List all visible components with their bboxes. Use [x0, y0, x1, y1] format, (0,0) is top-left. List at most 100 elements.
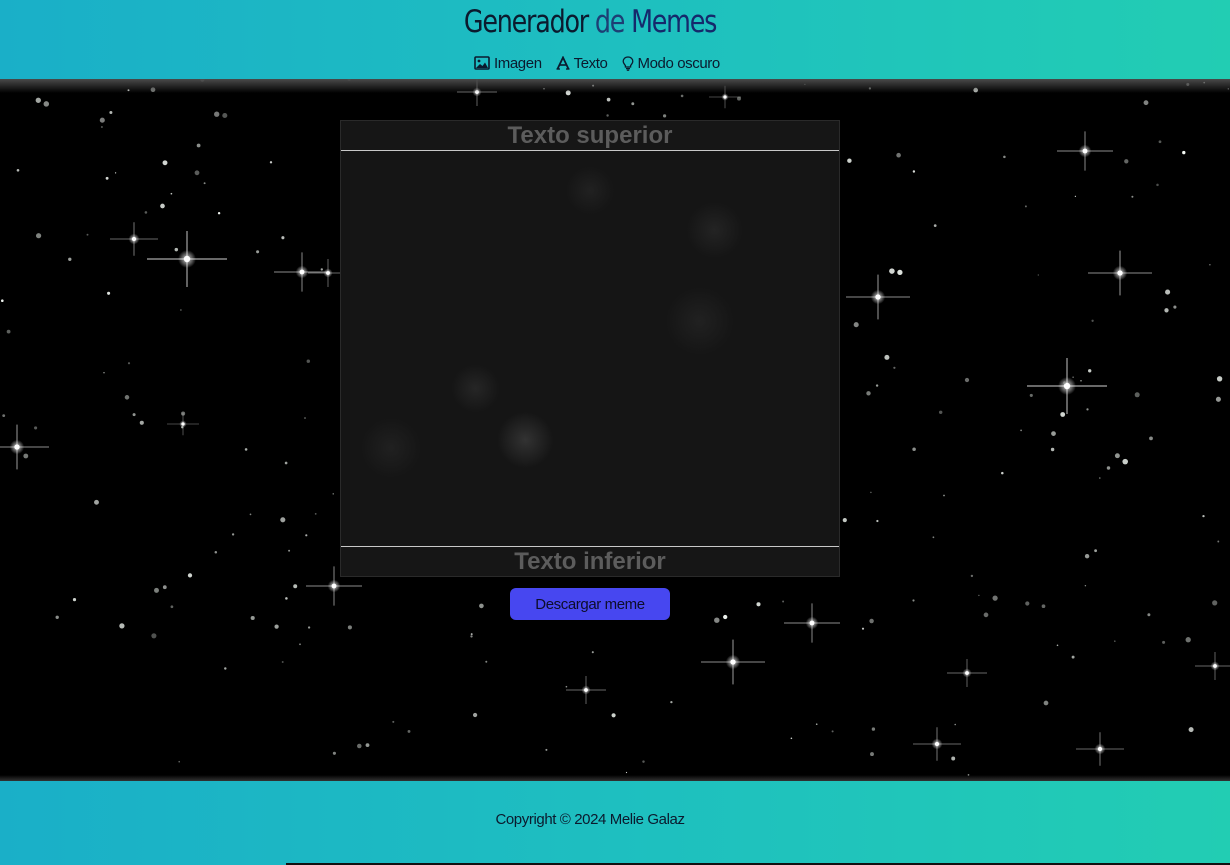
star — [896, 152, 901, 158]
star — [293, 584, 298, 589]
lightbulb-icon — [622, 55, 633, 71]
star — [1088, 369, 1092, 373]
main-area: Texto superior Texto inferior Descargar … — [0, 79, 1230, 781]
star — [756, 602, 761, 607]
star — [1216, 376, 1223, 382]
star — [1147, 613, 1151, 617]
star — [1056, 644, 1059, 647]
header: Generador de Memes Imagen Texto Modo osc… — [0, 0, 1230, 79]
star — [978, 594, 980, 597]
star — [869, 618, 874, 624]
star — [932, 536, 935, 539]
star — [853, 322, 859, 328]
star — [1041, 604, 1046, 609]
star — [782, 600, 785, 603]
star — [1074, 195, 1077, 197]
star — [151, 633, 157, 639]
star — [154, 587, 159, 593]
main-nav: Imagen Texto Modo oscuro — [474, 52, 734, 74]
star — [714, 617, 720, 623]
bright-star — [0, 424, 49, 470]
star — [1001, 471, 1004, 475]
nav-item-texto[interactable]: Texto — [556, 55, 608, 72]
star — [1080, 380, 1082, 382]
star — [250, 615, 255, 621]
star — [307, 626, 311, 629]
title-memes: Memes — [631, 4, 717, 40]
star — [1094, 549, 1097, 553]
star — [170, 605, 174, 609]
star — [470, 633, 473, 636]
star — [606, 114, 609, 117]
star — [100, 125, 103, 129]
star — [288, 549, 291, 552]
star — [1215, 396, 1221, 402]
star — [6, 329, 11, 334]
meme-image — [341, 151, 839, 547]
star — [1182, 150, 1186, 155]
star — [194, 170, 200, 176]
star — [680, 94, 684, 98]
star — [144, 211, 148, 214]
star — [1029, 393, 1033, 397]
star — [970, 574, 974, 578]
star — [1, 299, 4, 302]
star — [545, 748, 548, 751]
star — [274, 624, 279, 629]
star — [139, 420, 144, 425]
star — [631, 102, 635, 106]
star — [964, 377, 970, 383]
bright-star — [1076, 732, 1124, 766]
nav-label-imagen: Imagen — [494, 54, 542, 72]
nav-item-modo-oscuro[interactable]: Modo oscuro — [622, 55, 720, 72]
footer: Copyright © 2024 Melie Galaz — [0, 781, 1230, 865]
star — [127, 362, 131, 365]
nav-label-texto: Texto — [573, 54, 608, 72]
star — [1106, 466, 1111, 470]
star — [1188, 727, 1194, 733]
star — [871, 727, 876, 731]
star — [320, 268, 323, 271]
star — [470, 635, 473, 638]
download-meme-button[interactable]: Descargar meme — [510, 588, 670, 620]
meme-bottom-text: Texto inferior — [341, 546, 839, 576]
star — [1164, 308, 1169, 313]
star — [162, 160, 168, 166]
nav-item-imagen[interactable]: Imagen — [474, 55, 542, 72]
star — [365, 743, 370, 748]
star — [1063, 381, 1067, 385]
star — [214, 111, 220, 117]
bright-star — [274, 252, 330, 292]
star — [1050, 447, 1055, 452]
star — [1114, 640, 1116, 642]
star — [107, 291, 111, 295]
bright-star — [1195, 652, 1230, 680]
star — [591, 651, 594, 654]
star — [938, 410, 943, 415]
star — [174, 247, 179, 252]
star — [214, 550, 218, 554]
star — [1131, 195, 1134, 198]
star — [1051, 431, 1056, 436]
star — [222, 112, 228, 119]
star — [109, 110, 113, 115]
star — [1162, 640, 1166, 644]
star — [16, 168, 20, 172]
star — [299, 643, 301, 646]
star — [332, 493, 334, 495]
star — [2, 414, 6, 418]
star — [160, 203, 165, 209]
star — [86, 233, 89, 236]
star — [951, 756, 956, 761]
star — [1025, 601, 1030, 606]
star — [992, 595, 998, 601]
star — [875, 384, 879, 387]
title-generador: Generador — [463, 4, 589, 40]
star — [357, 743, 362, 749]
bright-star — [1057, 131, 1113, 171]
bright-star — [566, 676, 606, 704]
bright-star — [110, 222, 158, 256]
star — [790, 737, 793, 740]
star — [1185, 637, 1191, 643]
star — [1071, 655, 1075, 659]
